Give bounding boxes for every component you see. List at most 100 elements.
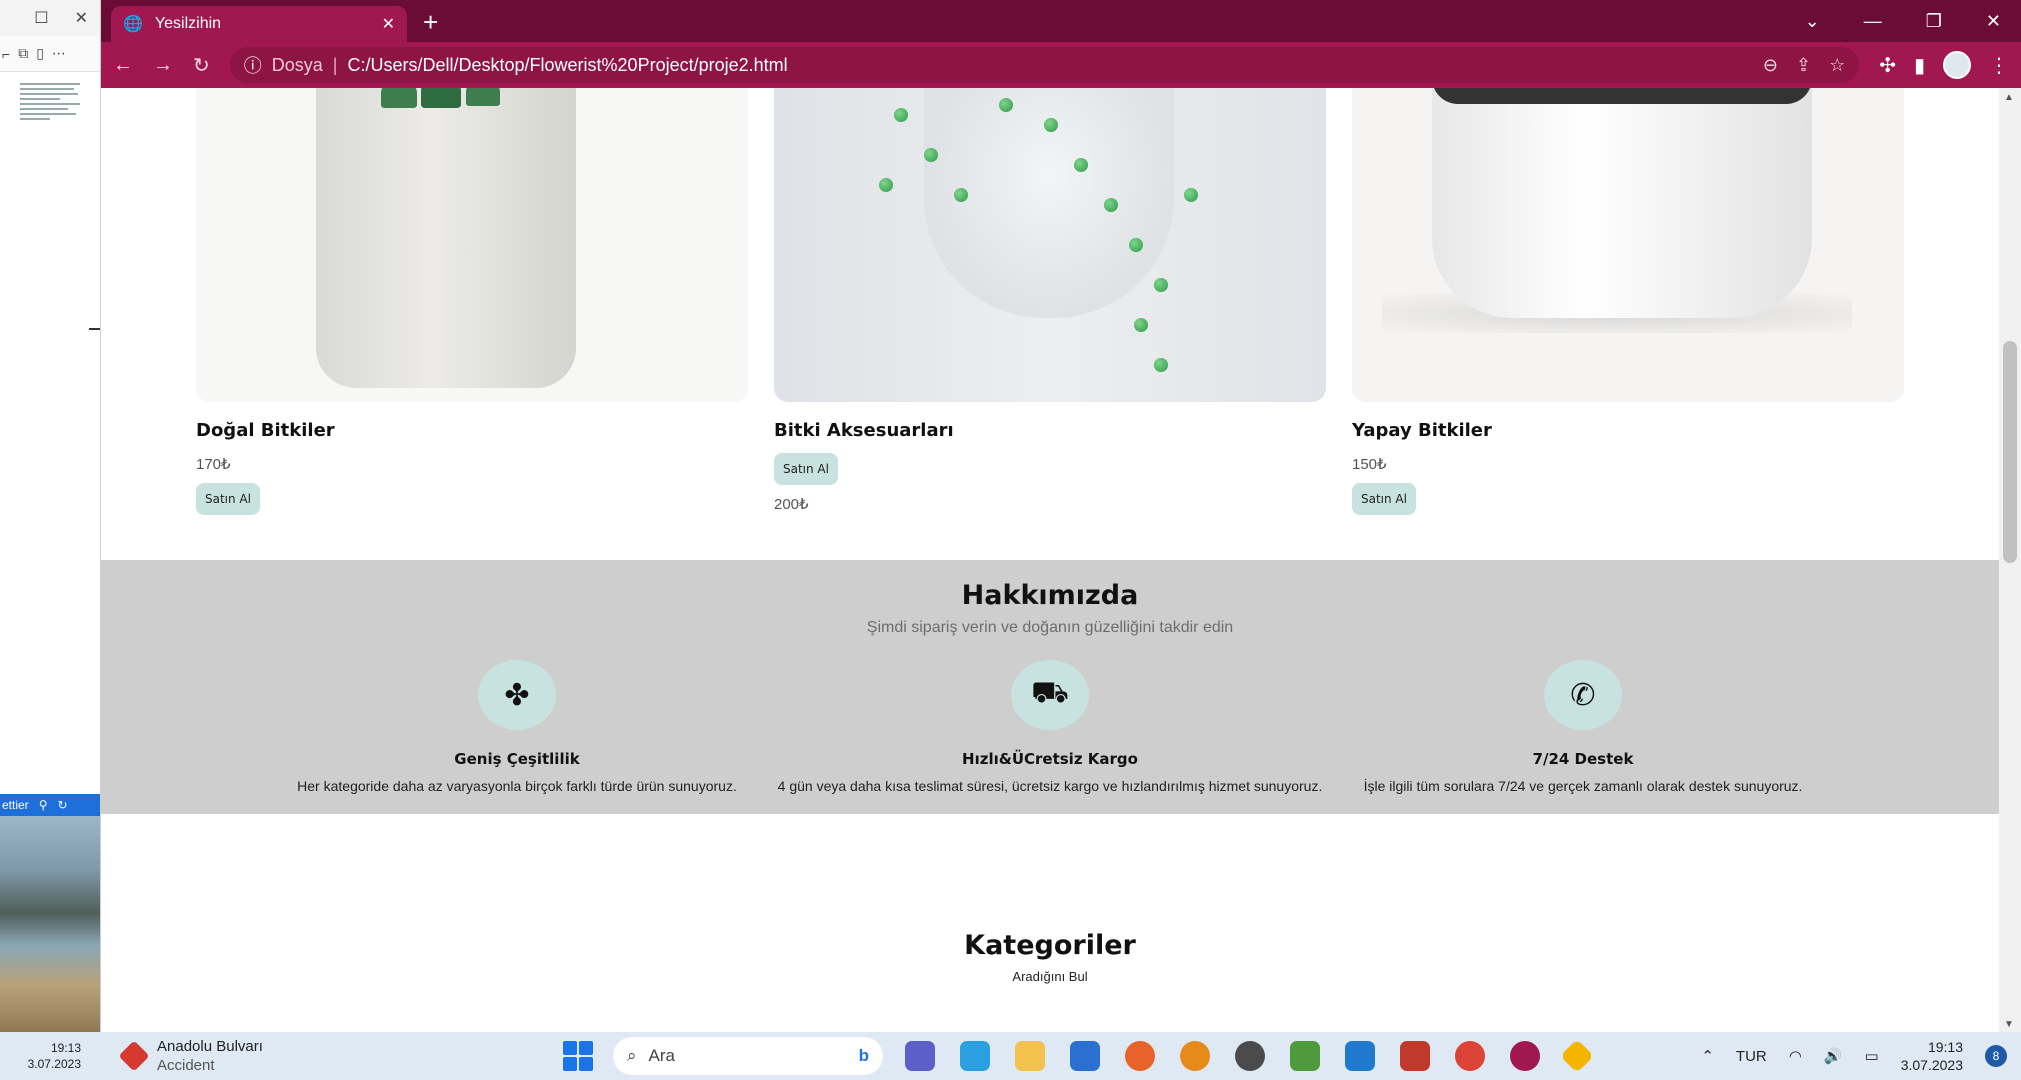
chrome-profile-icon[interactable] — [1510, 1041, 1540, 1071]
minimize-icon[interactable]: — — [1864, 11, 1882, 32]
wallpaper-image — [0, 816, 100, 1032]
forward-icon[interactable]: → — [153, 54, 173, 77]
window-maximize-icon[interactable]: ☐ — [34, 8, 48, 28]
buy-button[interactable]: Satın Al — [774, 453, 838, 485]
product-price: 170₺ — [196, 456, 231, 473]
product-image[interactable] — [774, 88, 1326, 402]
zoom-icon[interactable]: ⊖ — [1763, 55, 1778, 76]
tab-title: Yesilzihin — [154, 15, 222, 32]
product-image[interactable] — [1352, 88, 1904, 402]
pin-icon[interactable]: ⚲ — [39, 798, 48, 812]
scroll-down-icon[interactable]: ▼ — [2004, 1019, 2014, 1030]
colorful-app-icon[interactable] — [1560, 1039, 1594, 1073]
separator: | — [332, 54, 338, 75]
chat-icon[interactable] — [1235, 1041, 1265, 1071]
taskbar-search[interactable]: ⌕ Ara b — [613, 1037, 883, 1075]
product-name: Yapay Bitkiler — [1352, 420, 1492, 441]
secondary-date: 3.07.2023 — [27, 1057, 81, 1071]
vscode-icon[interactable] — [1345, 1041, 1375, 1071]
media-app-icon[interactable] — [1400, 1041, 1430, 1071]
feature-item: ✆ 7/24 Destek İşle ilgili tüm sorulara 7… — [1283, 660, 1883, 794]
menu-icon[interactable]: ⋮ — [1989, 53, 2009, 78]
split-view-icon[interactable]: ▯ — [36, 45, 44, 62]
notepad-icon[interactable] — [1290, 1041, 1320, 1071]
product-card: Doğal Bitkiler 170₺ Satın Al — [196, 88, 748, 515]
background-window-toolbar: ⌐ ⧉ ▯ ⋯ — [0, 36, 100, 72]
background-window[interactable]: ☐ ✕ ⌐ ⧉ ▯ ⋯ ettier ⚲ ↻ — [0, 0, 101, 1032]
product-price: 200₺ — [774, 496, 809, 513]
notification-badge[interactable]: 8 — [1985, 1045, 2007, 1067]
clock-time: 19:13 — [1927, 1039, 1963, 1055]
new-tab-button[interactable]: + — [423, 7, 438, 38]
scroll-up-icon[interactable]: ▲ — [2004, 92, 2014, 103]
globe-icon: 🌐 — [123, 16, 143, 33]
secondary-clock[interactable]: 19:13 3.07.2023 — [0, 1040, 101, 1072]
start-button[interactable] — [563, 1041, 593, 1071]
pinned-apps — [905, 1039, 1594, 1073]
categories-subtitle: Aradığını Bul — [1012, 969, 1088, 984]
wifi-icon[interactable]: ◠ — [1789, 1047, 1802, 1065]
bing-icon[interactable]: b — [859, 1046, 869, 1066]
buy-button[interactable]: Satın Al — [196, 483, 260, 515]
volume-icon[interactable]: 🔊 — [1824, 1047, 1843, 1065]
restore-icon[interactable]: ❐ — [1926, 11, 1942, 32]
store-icon[interactable] — [960, 1041, 990, 1071]
page-scrollbar[interactable]: ▲ ▼ — [1999, 88, 2021, 1032]
secondary-time: 19:13 — [50, 1041, 81, 1055]
active-tab[interactable]: 🌐 Yesilzihin ✕ — [111, 6, 407, 42]
security-label[interactable]: Dosya — [272, 55, 323, 76]
scrollbar-thumb[interactable] — [2003, 341, 2017, 563]
language-indicator[interactable]: TUR — [1736, 1048, 1767, 1065]
truck-icon: ⛟ — [1011, 660, 1089, 730]
background-window-bar: ettier ⚲ ↻ — [0, 794, 100, 816]
bookmark-star-icon[interactable]: ☆ — [1829, 55, 1845, 76]
system-tray: ⌃ TUR ◠ 🔊 ▭ 19:13 3.07.2023 8 — [1701, 1032, 2021, 1080]
address-bar[interactable]: ⓘ Dosya | C:/Users/Dell/Desktop/Floweris… — [229, 47, 1860, 83]
about-subtitle: Şimdi sipariş verin ve doğanın güzelliği… — [866, 619, 1234, 636]
back-icon[interactable]: ← — [113, 54, 133, 77]
chrome-icon[interactable] — [1455, 1041, 1485, 1071]
firefox-icon[interactable] — [1125, 1041, 1155, 1071]
product-card: Yapay Bitkiler 150₺ Satın Al — [1352, 88, 1904, 515]
close-window-icon[interactable]: ✕ — [1986, 11, 2001, 32]
extensions-icon[interactable]: ✣ — [1879, 53, 1896, 78]
categories-title: Kategoriler — [964, 930, 1136, 961]
search-tool-icon[interactable] — [1180, 1041, 1210, 1071]
side-panel-icon[interactable]: ▮ — [1914, 53, 1925, 78]
product-image[interactable] — [196, 88, 748, 402]
about-title: Hakkımızda — [961, 580, 1139, 611]
page-viewport: Doğal Bitkiler 170₺ Satın Al Bitki Akses… — [101, 88, 1999, 1032]
traffic-alert-icon — [118, 1040, 150, 1072]
refresh-icon[interactable]: ↻ — [57, 798, 67, 812]
clock[interactable]: 19:13 3.07.2023 — [1901, 1038, 1963, 1074]
categories-section: Kategoriler Aradığını Bul — [101, 930, 1999, 984]
teams-icon[interactable] — [905, 1041, 935, 1071]
more-icon[interactable]: ⋯ — [52, 45, 66, 62]
window-controls: ⌄ — ❐ ✕ — [1805, 0, 2021, 42]
tab-search-icon[interactable]: ⌄ — [1805, 11, 1820, 32]
product-name: Bitki Aksesuarları — [774, 420, 954, 441]
traffic-title: Anadolu Bulvarı — [157, 1038, 263, 1055]
file-explorer-icon[interactable] — [1015, 1041, 1045, 1071]
share-icon[interactable]: ⇪ — [1796, 55, 1811, 76]
url-text[interactable]: C:/Users/Dell/Desktop/Flowerist%20Projec… — [347, 55, 1752, 76]
tab-strip: 🌐 Yesilzihin ✕ + ⌄ — ❐ ✕ — [101, 0, 2021, 42]
product-card: Bitki Aksesuarları Satın Al 200₺ — [774, 88, 1326, 513]
crop-icon[interactable]: ⌐ — [2, 46, 10, 62]
product-grid: Doğal Bitkiler 170₺ Satın Al Bitki Akses… — [196, 88, 1906, 558]
traffic-subtitle: Accident — [157, 1057, 215, 1074]
close-tab-icon[interactable]: ✕ — [382, 14, 395, 34]
battery-icon[interactable]: ▭ — [1865, 1047, 1879, 1065]
feature-text: 4 gün veya daha kısa teslimat süresi, üc… — [777, 778, 1323, 794]
info-icon[interactable]: ⓘ — [244, 52, 262, 78]
traffic-widget[interactable]: Anadolu Bulvarı Accident — [118, 1037, 423, 1075]
mail-icon[interactable] — [1070, 1041, 1100, 1071]
feature-item: ✤ Geniş Çeşitlilik Her kategoride daha a… — [217, 660, 817, 794]
chevron-up-icon[interactable]: ⌃ — [1701, 1047, 1714, 1065]
buy-button[interactable]: Satın Al — [1352, 483, 1416, 515]
profile-avatar[interactable] — [1943, 51, 1971, 79]
window-close-icon[interactable]: ✕ — [75, 8, 88, 28]
document-preview — [0, 72, 100, 131]
reload-icon[interactable]: ↻ — [193, 53, 210, 78]
copy-icon[interactable]: ⧉ — [18, 45, 28, 62]
